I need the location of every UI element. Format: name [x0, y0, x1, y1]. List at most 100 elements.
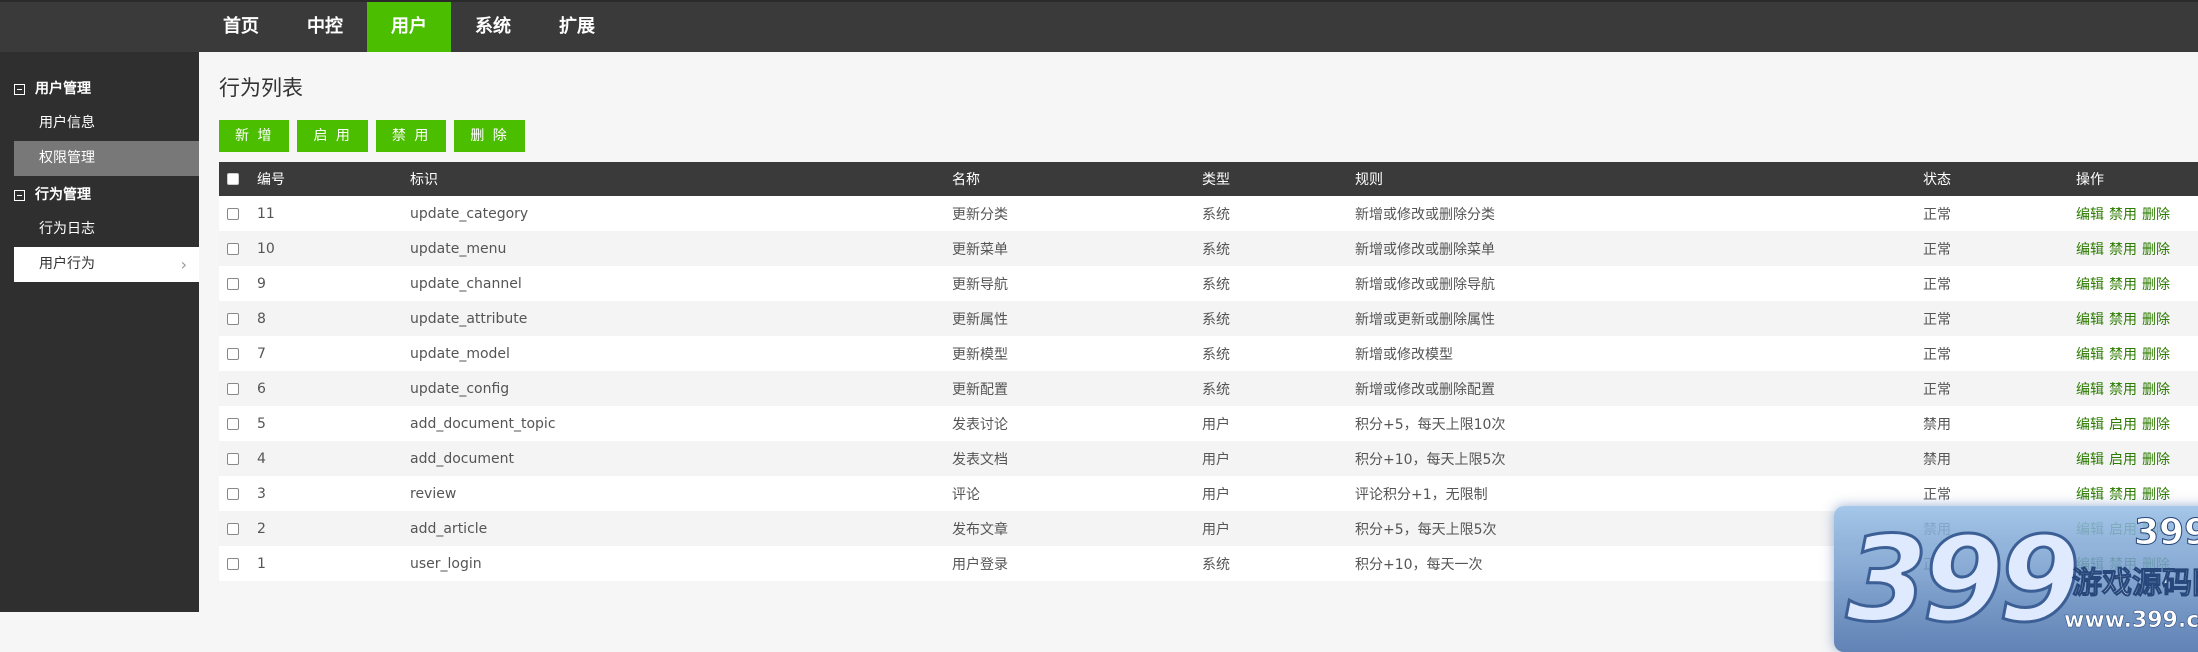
cell-name-link[interactable]: 更新属性: [952, 301, 1202, 336]
cell-name-link[interactable]: 用户登录: [952, 546, 1202, 581]
cell-rule: 新增或修改或删除分类: [1355, 196, 1923, 231]
collapse-icon[interactable]: [14, 189, 25, 201]
row-select-cell: [219, 406, 257, 441]
cell-name-link[interactable]: 评论: [952, 476, 1202, 511]
nav-item-control[interactable]: 中控: [283, 2, 367, 52]
edit-link[interactable]: 编辑: [2076, 242, 2104, 258]
sidebar-group-behavior-management[interactable]: 行为管理: [0, 178, 199, 212]
cell-type: 用户: [1202, 511, 1355, 546]
toggle-link[interactable]: 禁用: [2109, 382, 2137, 398]
row-checkbox[interactable]: [227, 452, 239, 465]
cell-ops: 编辑禁用删除: [2076, 266, 2198, 301]
delete-link[interactable]: 删除: [2142, 242, 2170, 258]
toggle-link[interactable]: 禁用: [2109, 347, 2137, 363]
row-checkbox[interactable]: [227, 242, 239, 255]
cell-name-link[interactable]: 发布文章: [952, 511, 1202, 546]
edit-link[interactable]: 编辑: [2076, 312, 2104, 328]
cell-id: 1: [257, 546, 410, 581]
column-header-status[interactable]: 状态: [1923, 162, 2076, 196]
cell-rule: 积分+5，每天上限10次: [1355, 406, 1923, 441]
nav-item-system[interactable]: 系统: [451, 2, 535, 52]
delete-link[interactable]: 删除: [2142, 207, 2170, 223]
cell-key: update_config: [410, 371, 952, 406]
nav-item-extend[interactable]: 扩展: [535, 2, 619, 52]
cell-name-link[interactable]: 更新菜单: [952, 231, 1202, 266]
cell-key: update_menu: [410, 231, 952, 266]
toggle-link[interactable]: 启用: [2109, 452, 2137, 468]
column-header-id[interactable]: 编号: [257, 162, 410, 196]
cell-status: 正常: [1923, 336, 2076, 371]
cell-name-link[interactable]: 更新导航: [952, 266, 1202, 301]
cell-type: 系统: [1202, 301, 1355, 336]
column-header-key[interactable]: 标识: [410, 162, 952, 196]
nav-item-home[interactable]: 首页: [199, 2, 283, 52]
cell-id: 6: [257, 371, 410, 406]
cell-status: 正常: [1923, 266, 2076, 301]
row-checkbox[interactable]: [227, 522, 239, 535]
edit-link[interactable]: 编辑: [2076, 207, 2104, 223]
disable-button[interactable]: 禁 用: [375, 120, 447, 152]
row-checkbox[interactable]: [227, 382, 239, 395]
toolbar: 新 增 启 用 禁 用 删 除: [219, 120, 525, 152]
toggle-link[interactable]: 启用: [2109, 417, 2137, 433]
cell-type: 用户: [1202, 441, 1355, 476]
delete-link[interactable]: 删除: [2142, 312, 2170, 328]
cell-name-link[interactable]: 更新配置: [952, 371, 1202, 406]
row-select-cell: [219, 301, 257, 336]
delete-link[interactable]: 删除: [2142, 277, 2170, 293]
column-header-type[interactable]: 类型: [1202, 162, 1355, 196]
sidebar-item-permissions[interactable]: 权限管理: [14, 141, 199, 176]
toggle-link[interactable]: 禁用: [2109, 242, 2137, 258]
row-checkbox[interactable]: [227, 487, 239, 500]
chevron-right-icon: ›: [180, 255, 187, 274]
cell-ops: 编辑启用删除: [2076, 406, 2198, 441]
edit-link[interactable]: 编辑: [2076, 487, 2104, 503]
delete-link[interactable]: 删除: [2142, 347, 2170, 363]
collapse-icon[interactable]: [14, 83, 25, 95]
table-row: 10 update_menu 更新菜单 系统 新增或修改或删除菜单 正常 编辑 禁用 删除: [219, 231, 2198, 266]
column-header-name[interactable]: 名称: [952, 162, 1202, 196]
edit-link[interactable]: 编辑: [2076, 452, 2104, 468]
delete-link[interactable]: 删除: [2142, 487, 2170, 503]
sidebar-item-user-info[interactable]: 用户信息: [14, 106, 199, 141]
select-all-checkbox[interactable]: [227, 173, 239, 185]
row-checkbox[interactable]: [227, 557, 239, 570]
enable-button[interactable]: 启 用: [297, 120, 368, 152]
cell-name-link[interactable]: 更新分类: [952, 196, 1202, 231]
toggle-link[interactable]: 禁用: [2109, 207, 2137, 223]
cell-type: 系统: [1202, 546, 1355, 581]
delete-link[interactable]: 删除: [2142, 382, 2170, 398]
edit-link[interactable]: 编辑: [2076, 347, 2104, 363]
row-checkbox[interactable]: [227, 347, 239, 360]
cell-type: 系统: [1202, 371, 1355, 406]
cell-name-link[interactable]: 更新模型: [952, 336, 1202, 371]
cell-rule: 新增或修改模型: [1355, 336, 1923, 371]
delete-link[interactable]: 删除: [2142, 417, 2170, 433]
cell-rule: 评论积分+1，无限制: [1355, 476, 1923, 511]
toggle-link[interactable]: 禁用: [2109, 312, 2137, 328]
sidebar-item-behavior-log[interactable]: 行为日志: [14, 212, 199, 247]
cell-name-link[interactable]: 发表讨论: [952, 406, 1202, 441]
row-checkbox[interactable]: [227, 312, 239, 325]
delete-link[interactable]: 删除: [2142, 452, 2170, 468]
row-checkbox[interactable]: [227, 277, 239, 290]
cell-status: 正常: [1923, 301, 2076, 336]
cell-key: update_attribute: [410, 301, 952, 336]
toggle-link[interactable]: 禁用: [2109, 277, 2137, 293]
delete-button[interactable]: 删 除: [454, 120, 525, 152]
nav-item-user[interactable]: 用户: [367, 2, 451, 52]
row-select-cell: [219, 371, 257, 406]
cell-ops: 编辑禁用删除: [2076, 301, 2198, 336]
row-checkbox[interactable]: [227, 207, 239, 220]
edit-link[interactable]: 编辑: [2076, 417, 2104, 433]
edit-link[interactable]: 编辑: [2076, 277, 2104, 293]
sidebar-item-user-behavior[interactable]: 用户行为 ›: [14, 247, 199, 282]
edit-link[interactable]: 编辑: [2076, 382, 2104, 398]
sidebar-group-user-management[interactable]: 用户管理: [0, 72, 199, 106]
row-checkbox[interactable]: [227, 417, 239, 430]
cell-name-link[interactable]: 发表文档: [952, 441, 1202, 476]
add-button[interactable]: 新 增: [219, 120, 290, 152]
toggle-link[interactable]: 禁用: [2109, 487, 2137, 503]
table-row: 5 add_document_topic 发表讨论 用户 积分+5，每天上限10次 禁用编…: [219, 406, 2198, 441]
column-header-rule[interactable]: 规则: [1355, 162, 1923, 196]
